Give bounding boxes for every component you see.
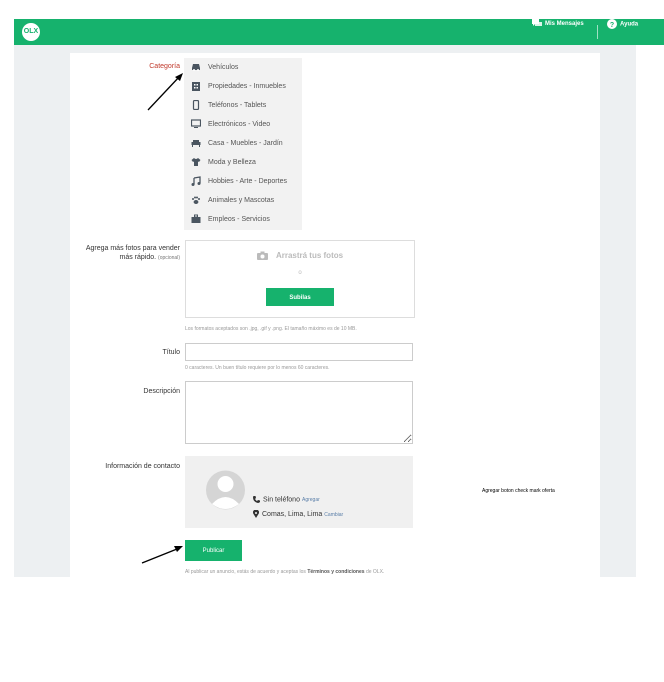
category-item-moda[interactable]: Moda y Belleza	[184, 153, 302, 172]
photo-format-hint: Los formatos aceptados son .jpg, .gif y …	[185, 326, 357, 332]
photos-optional: (opcional)	[158, 255, 180, 261]
help-link[interactable]: ? Ayuda	[607, 19, 638, 45]
annotation-arrow-category	[147, 73, 183, 111]
nav-divider	[597, 25, 598, 39]
location-text: Comas, Lima, Lima	[262, 510, 323, 518]
camera-icon	[256, 251, 268, 261]
category-menu: Vehículos Propiedades - Inmuebles Teléfo…	[184, 58, 302, 230]
category-item-vehiculos[interactable]: Vehículos	[184, 58, 302, 77]
contact-label: Información de contacto	[105, 463, 180, 470]
category-item-electronicos[interactable]: Electrónicos - Video	[184, 115, 302, 134]
category-item-animales[interactable]: Animales y Mascotas	[184, 191, 302, 210]
category-item-label: Moda y Belleza	[208, 159, 256, 166]
photos-label: Agrega más fotos para vender más rápido.…	[72, 245, 180, 261]
dropzone-or: o	[298, 270, 302, 276]
chat-icon	[532, 19, 542, 26]
title-input[interactable]	[185, 343, 413, 361]
paw-icon	[192, 196, 200, 204]
help-label: Ayuda	[620, 21, 639, 28]
avatar-placeholder	[206, 470, 245, 510]
annotation-note: Agregar boton check mark oferta	[482, 488, 555, 494]
category-item-hobbies[interactable]: Hobbies - Arte - Deportes	[184, 172, 302, 191]
contact-phone-row: Sin teléfono Agregar	[253, 496, 320, 503]
category-item-label: Vehículos	[208, 64, 239, 71]
sofa-icon	[191, 140, 201, 147]
description-textarea[interactable]	[185, 381, 413, 444]
category-item-label: Electrónicos - Video	[208, 121, 271, 128]
category-label: Categoría	[149, 63, 180, 70]
phone-handset-icon	[253, 496, 260, 503]
title-label: Título	[162, 349, 180, 356]
terms-prefix: Al publicar un anuncio, estás de acuerdo…	[185, 569, 306, 575]
top-bar: OLX Mis Mensajes ? Ayuda	[14, 19, 664, 45]
terms-suffix: de OLX.	[365, 569, 385, 575]
contact-location-row: Comas, Lima, Lima Cambiar	[253, 509, 343, 518]
photos-label-line1: Agrega más fotos para vender	[85, 245, 180, 252]
messages-link[interactable]: Mis Mensajes	[532, 19, 584, 45]
phone-icon	[192, 100, 200, 110]
category-item-label: Hobbies - Arte - Deportes	[208, 178, 287, 185]
category-item-telefonos[interactable]: Teléfonos - Tablets	[184, 96, 302, 115]
publish-button[interactable]: Publicar	[185, 540, 242, 561]
category-item-empleos[interactable]: Empleos - Servicios	[184, 210, 302, 229]
annotation-arrow-publish	[141, 546, 183, 564]
monitor-icon	[191, 119, 201, 128]
category-item-propiedades[interactable]: Propiedades - Inmuebles	[184, 77, 302, 96]
music-note-icon	[191, 176, 201, 186]
category-item-label: Teléfonos - Tablets	[208, 102, 267, 109]
terms-text: Al publicar un anuncio, estás de acuerdo…	[185, 569, 384, 575]
category-item-label: Propiedades - Inmuebles	[208, 83, 286, 90]
building-icon	[192, 82, 200, 91]
clothes-icon	[191, 158, 201, 166]
photo-dropzone[interactable]: Arrastrá tus fotos o Subilas	[185, 240, 415, 318]
category-item-label: Empleos - Servicios	[208, 216, 270, 223]
terms-link[interactable]: Términos y condiciones	[307, 569, 364, 575]
help-icon: ?	[607, 19, 617, 29]
dropzone-title: Arrastrá tus fotos	[186, 251, 414, 261]
category-item-casa[interactable]: Casa - Muebles - Jardín	[184, 134, 302, 153]
messages-label: Mis Mensajes	[545, 21, 584, 28]
svg-text:?: ?	[610, 22, 614, 29]
title-hint: 0 caracteres. Un buen título requiere po…	[185, 365, 330, 371]
briefcase-icon	[191, 214, 201, 223]
olx-logo[interactable]: OLX	[22, 23, 40, 41]
add-phone-link[interactable]: Agregar	[302, 497, 320, 503]
change-location-link[interactable]: Cambiar	[324, 512, 343, 518]
car-icon	[192, 64, 200, 71]
category-item-label: Animales y Mascotas	[208, 197, 275, 204]
dropzone-title-text: Arrastrá tus fotos	[275, 251, 344, 260]
category-item-label: Casa - Muebles - Jardín	[208, 140, 283, 147]
description-label: Descripción	[143, 388, 180, 395]
photos-label-line2: más rápido.	[119, 254, 157, 261]
phone-text: Sin teléfono	[263, 496, 300, 504]
upload-photos-button[interactable]: Subilas	[266, 288, 334, 306]
location-pin-icon	[253, 509, 259, 518]
